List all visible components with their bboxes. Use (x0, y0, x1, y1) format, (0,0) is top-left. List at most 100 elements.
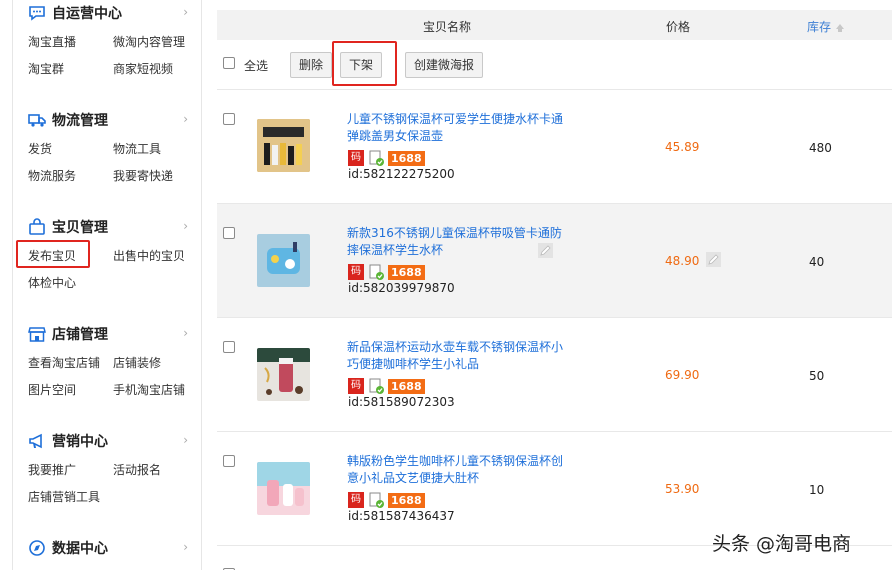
sidebar-link-view-store[interactable]: 查看淘宝店铺 (28, 354, 100, 371)
sidebar-link-send-express[interactable]: 我要寄快递 (113, 167, 173, 184)
table-row: 韩版粉色学生咖啡杯儿童不锈钢保温杯创意小礼品文艺便捷大肚杯 码 1688 id:… (217, 431, 892, 545)
megaphone-icon (28, 432, 46, 450)
sidebar-group-header[interactable]: 营销中心 › (28, 431, 190, 451)
sidebar-link-weitao-content[interactable]: 微淘内容管理 (113, 33, 185, 50)
edit-title-icon[interactable] (538, 243, 553, 258)
product-stock: 50 (809, 369, 825, 383)
supplier-1688-badge[interactable]: 1688 (388, 150, 425, 166)
barcode-badge[interactable]: 码 (348, 492, 364, 508)
table-header: 宝贝名称 价格 库存 (217, 10, 892, 40)
product-thumbnail[interactable] (257, 462, 310, 515)
sidebar-link-taobao-group[interactable]: 淘宝群 (28, 60, 64, 77)
sidebar-link-marketing-tools[interactable]: 店铺营销工具 (28, 488, 100, 505)
product-stock: 40 (809, 255, 825, 269)
barcode-badge[interactable]: 码 (348, 264, 364, 280)
watermark-text: 头条 @淘哥电商 (712, 533, 852, 555)
sidebar-group-self-operation: 自运营中心 › 淘宝直播 微淘内容管理 淘宝群 商家短视频 (28, 3, 190, 76)
sidebar-group-logistics: 物流管理 › 发货 物流工具 物流服务 我要寄快递 (28, 110, 190, 183)
product-badges: 码 1688 (348, 378, 425, 394)
table-row: 新品保温杯运动水壶车载不锈钢保温杯小巧便捷咖啡杯学生小礼品 码 1688 id:… (217, 317, 892, 431)
column-header-name: 宝贝名称 (423, 20, 472, 34)
product-thumbnail[interactable] (257, 234, 310, 287)
sort-up-icon[interactable] (835, 23, 845, 33)
sidebar-link-logistics-service[interactable]: 物流服务 (28, 167, 76, 184)
select-all-label[interactable]: 全选 (244, 57, 268, 74)
row-checkbox[interactable] (223, 227, 235, 239)
compass-icon (28, 539, 46, 557)
chevron-right-icon[interactable]: › (183, 326, 188, 340)
product-badges: 码 1688 (348, 492, 425, 508)
sidebar-group-header[interactable]: 数据中心 › (28, 538, 190, 558)
sidebar-group-marketing: 营销中心 › 我要推广 活动报名 店铺营销工具 (28, 431, 190, 504)
sidebar-link-store-decoration[interactable]: 店铺装修 (113, 354, 161, 371)
sidebar-link-health-check[interactable]: 体检中心 (28, 274, 76, 291)
sidebar: 自运营中心 › 淘宝直播 微淘内容管理 淘宝群 商家短视频 物流管理 › 发货 … (0, 0, 202, 570)
sidebar-group-title: 物流管理 (52, 113, 108, 129)
sidebar-group-header[interactable]: 宝贝管理 › (28, 217, 190, 237)
chevron-right-icon[interactable]: › (183, 433, 188, 447)
sidebar-link-image-space[interactable]: 图片空间 (28, 381, 76, 398)
sidebar-link-promote[interactable]: 我要推广 (28, 461, 76, 478)
create-poster-button[interactable]: 创建微海报 (405, 52, 484, 78)
sidebar-group-header[interactable]: 物流管理 › (28, 110, 190, 130)
sidebar-link-taobao-live[interactable]: 淘宝直播 (28, 33, 76, 50)
chevron-right-icon[interactable]: › (183, 112, 188, 126)
barcode-badge[interactable]: 码 (348, 150, 364, 166)
sidebar-group-title: 营销中心 (52, 434, 108, 450)
sidebar-link-items-on-sale[interactable]: 出售中的宝贝 (113, 247, 185, 264)
sidebar-group-title: 店铺管理 (52, 327, 108, 343)
supplier-1688-badge[interactable]: 1688 (388, 264, 425, 280)
chevron-right-icon[interactable]: › (183, 5, 188, 19)
highlight-frame-delist (332, 41, 397, 86)
verified-doc-icon[interactable] (368, 150, 384, 166)
sidebar-link-event-signup[interactable]: 活动报名 (113, 461, 161, 478)
product-thumbnail[interactable] (257, 348, 310, 401)
column-header-price[interactable]: 价格 (666, 18, 690, 35)
delete-button[interactable]: 删除 (290, 52, 333, 78)
sidebar-link-short-video[interactable]: 商家短视频 (113, 60, 173, 77)
supplier-1688-badge[interactable]: 1688 (388, 378, 425, 394)
product-id: id:582122275200 (348, 167, 455, 181)
sidebar-link-mobile-store[interactable]: 手机淘宝店铺 (113, 381, 185, 398)
chevron-right-icon[interactable]: › (183, 219, 188, 233)
chevron-right-icon[interactable]: › (183, 540, 188, 554)
edit-price-icon[interactable] (706, 252, 721, 267)
verified-doc-icon[interactable] (368, 378, 384, 394)
bulk-toolbar: 全选 删除 下架 创建微海报 (217, 40, 892, 88)
verified-doc-icon[interactable] (368, 492, 384, 508)
row-checkbox[interactable] (223, 455, 235, 467)
product-title-link[interactable]: 新品保温杯运动水壶车载不锈钢保温杯小巧便捷咖啡杯学生小礼品 (347, 339, 571, 373)
product-price: 69.90 (665, 368, 700, 382)
sidebar-link-logistics-tools[interactable]: 物流工具 (113, 140, 161, 157)
product-badges: 码 1688 (348, 264, 425, 280)
product-id: id:581587436437 (348, 509, 455, 523)
sidebar-group-data: 数据中心 › (28, 538, 190, 558)
sidebar-group-title: 宝贝管理 (52, 220, 108, 236)
sidebar-link-ship[interactable]: 发货 (28, 140, 52, 157)
highlight-frame-publish (16, 240, 90, 268)
table-row: 儿童不锈钢保温杯可爱学生便捷水杯卡通弹跳盖男女保温壶 码 1688 id:582… (217, 89, 892, 203)
sidebar-group-store: 店铺管理 › 查看淘宝店铺 店铺装修 图片空间 手机淘宝店铺 (28, 324, 190, 397)
product-id: id:582039979870 (348, 281, 455, 295)
table-row: 新款316不锈钢儿童保温杯带吸管卡通防摔保温杯学生水杯 码 1688 id:58… (217, 203, 892, 317)
select-all-checkbox[interactable] (223, 57, 235, 69)
sidebar-group-header[interactable]: 店铺管理 › (28, 324, 190, 344)
product-title-link[interactable]: 韩版粉色学生咖啡杯儿童不锈钢保温杯创意小礼品文艺便捷大肚杯 (347, 453, 571, 487)
sidebar-group-header[interactable]: 自运营中心 › (28, 3, 190, 23)
row-checkbox[interactable] (223, 113, 235, 125)
sidebar-edge (12, 0, 13, 570)
product-title-link[interactable]: 儿童不锈钢保温杯可爱学生便捷水杯卡通弹跳盖男女保温壶 (347, 111, 571, 145)
verified-doc-icon[interactable] (368, 264, 384, 280)
product-badges: 码 1688 (348, 150, 425, 166)
product-stock: 10 (809, 483, 825, 497)
product-id: id:581589072303 (348, 395, 455, 409)
store-icon (28, 325, 46, 343)
bag-icon (28, 218, 46, 236)
main-content: 宝贝名称 价格 库存 全选 删除 下架 创建微海报 儿童不锈钢保温杯可爱学生便捷… (217, 0, 892, 570)
column-header-stock[interactable]: 库存 (807, 18, 845, 35)
row-checkbox[interactable] (223, 341, 235, 353)
product-price: 45.89 (665, 140, 700, 154)
barcode-badge[interactable]: 码 (348, 378, 364, 394)
supplier-1688-badge[interactable]: 1688 (388, 492, 425, 508)
product-thumbnail[interactable] (257, 119, 310, 172)
